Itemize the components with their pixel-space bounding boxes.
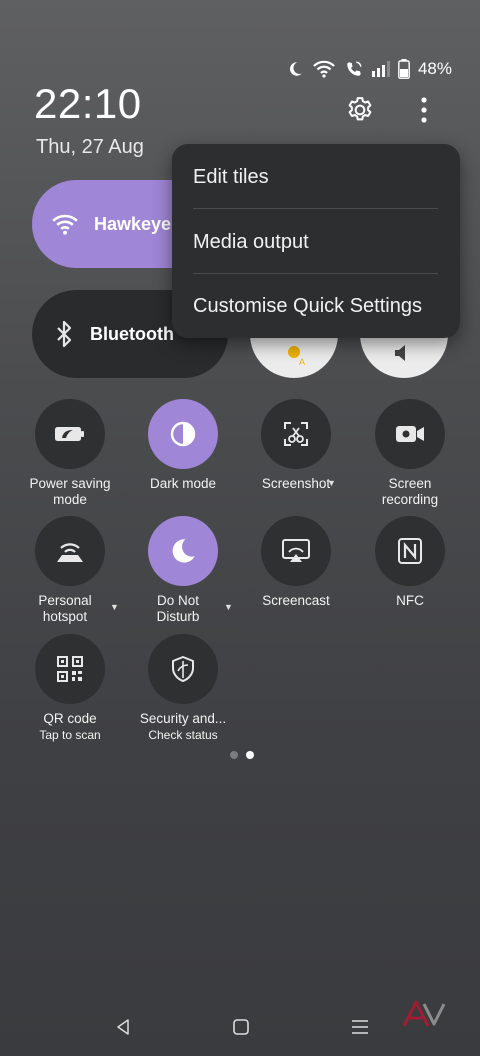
tile-label-screenshot: Screenshot xyxy=(261,476,331,491)
tile-label-screen-recording: Screen recording xyxy=(381,476,439,507)
screencast-icon xyxy=(281,538,311,564)
tile-label-qr-code: QR code Tap to scan xyxy=(39,711,101,742)
dark-mode-icon xyxy=(169,420,197,448)
battery-percent: 48% xyxy=(417,59,452,78)
wifi-icon xyxy=(52,213,78,235)
wifi-calling-icon xyxy=(344,60,364,78)
tile-label-power-saving: Power saving mode xyxy=(29,476,111,507)
speaker-icon xyxy=(393,343,415,363)
page-indicator-dot xyxy=(230,751,238,759)
tile-label-dark-mode: Dark mode xyxy=(149,476,217,491)
menu-divider xyxy=(193,208,438,209)
settings-gear-icon[interactable] xyxy=(342,92,378,128)
date: Thu, 27 Aug xyxy=(36,136,144,158)
nav-recents-icon[interactable] xyxy=(345,1012,375,1042)
qr-code-icon xyxy=(56,655,84,683)
dnd-dropdown-icon[interactable]: ▼ xyxy=(224,602,233,612)
do-not-disturb-tile[interactable] xyxy=(148,516,218,586)
shield-icon xyxy=(170,655,196,683)
screenshot-icon xyxy=(282,420,310,448)
security-tile[interactable] xyxy=(148,634,218,704)
battery-icon xyxy=(398,59,410,79)
tile-label-security: Security and... Check status xyxy=(139,711,227,742)
nfc-tile[interactable] xyxy=(375,516,445,586)
screenshot-tile[interactable] xyxy=(261,399,331,469)
brightness-icon: A xyxy=(279,344,309,366)
tile-label-personal-hotspot: Personal hotspot xyxy=(38,593,92,624)
bluetooth-label: Bluetooth xyxy=(90,323,174,344)
more-options-icon[interactable] xyxy=(410,92,438,128)
menu-item-edit-tiles[interactable]: Edit tiles xyxy=(193,166,269,189)
qr-code-tile[interactable] xyxy=(35,634,105,704)
menu-item-media-output[interactable]: Media output xyxy=(193,231,309,254)
screencast-tile[interactable] xyxy=(261,516,331,586)
battery-saver-icon xyxy=(54,424,86,444)
screenshot-dropdown-icon[interactable]: ▼ xyxy=(327,478,336,488)
moon-icon xyxy=(169,537,197,565)
screen-recording-tile[interactable] xyxy=(375,399,445,469)
tile-label-screencast: Screencast xyxy=(262,593,330,608)
tile-label-nfc: NFC xyxy=(396,593,424,608)
power-saving-tile[interactable] xyxy=(35,399,105,469)
wifi-status-icon xyxy=(312,60,336,78)
moon-icon xyxy=(286,60,304,78)
svg-text:A: A xyxy=(299,357,305,366)
nav-home-icon[interactable] xyxy=(226,1012,256,1042)
nav-back-icon[interactable] xyxy=(108,1012,138,1042)
video-camera-icon xyxy=(395,424,425,444)
overflow-menu: Edit tiles Media output Customise Quick … xyxy=(172,144,460,338)
menu-item-customise-quick-settings[interactable]: Customise Quick Settings xyxy=(193,295,422,318)
wifi-network-label: Hawkeye xyxy=(94,213,172,234)
tile-label-do-not-disturb: Do Not Disturb xyxy=(156,593,200,624)
status-bar: 48% xyxy=(286,58,452,80)
page-indicator-dot-active xyxy=(246,751,254,759)
dark-mode-tile[interactable] xyxy=(148,399,218,469)
hotspot-icon xyxy=(54,538,86,564)
bluetooth-icon xyxy=(54,320,74,348)
clock: 22:10 xyxy=(34,80,142,127)
nfc-icon xyxy=(397,537,423,565)
personal-hotspot-tile[interactable] xyxy=(35,516,105,586)
watermark-logo-icon xyxy=(398,996,452,1030)
signal-icon xyxy=(371,61,390,77)
menu-divider xyxy=(193,273,438,274)
